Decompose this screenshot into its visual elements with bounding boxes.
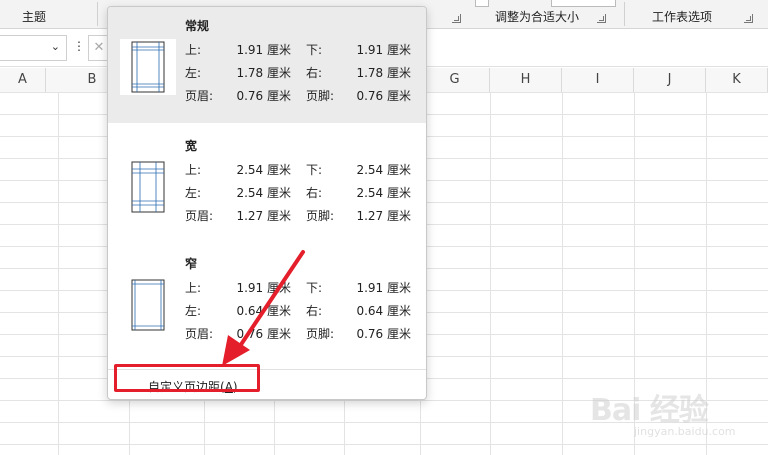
watermark-url: jingyan.baidu.com (634, 425, 736, 438)
grid-line (562, 92, 563, 455)
footer-label: 页脚: (306, 209, 335, 223)
left-value: 1.78 厘米 (236, 66, 291, 80)
footer-label: 页脚: (306, 327, 335, 341)
watermark: Bai 经验 jingyan.baidu.com (590, 385, 750, 445)
right-value: 2.54 厘米 (356, 186, 411, 200)
name-box[interactable]: ⌄ (0, 35, 67, 61)
option-title: 常规 (185, 19, 210, 33)
fit-group-label: 调整为合适大小 (495, 10, 580, 24)
watermark-logo: Bai 经验 (590, 393, 709, 428)
bottom-label: 下: (306, 281, 323, 295)
top-label: 上: (185, 281, 202, 295)
margin-option-wide[interactable]: 宽 上: 2.54 厘米 下: 2.54 厘米 左: 2.54 厘米 右: 2.… (108, 127, 426, 243)
top-value: 1.91 厘米 (236, 43, 291, 57)
margin-option-narrow[interactable]: 窄 上: 1.91 厘米 下: 1.91 厘米 左: 0.64 厘米 右: 0.… (108, 247, 426, 363)
page-preview-icon (120, 39, 176, 95)
ribbon-control[interactable] (475, 0, 489, 7)
column-header[interactable]: K (706, 68, 768, 92)
ribbon-separator (624, 2, 625, 26)
left-value: 2.54 厘米 (236, 186, 291, 200)
dialog-launcher-icon[interactable] (452, 14, 461, 23)
top-label: 上: (185, 163, 202, 177)
top-value: 2.54 厘米 (236, 163, 291, 177)
dialog-launcher-icon[interactable] (597, 14, 606, 23)
bottom-label: 下: (306, 163, 323, 177)
grid-line (58, 92, 59, 455)
column-header[interactable]: A (0, 68, 46, 92)
column-header[interactable]: J (634, 68, 706, 92)
header-label: 页眉: (185, 209, 214, 223)
margin-option-normal[interactable]: 常规 上: 1.91 厘米 下: 1.91 厘米 左: 1.78 厘米 右: 1… (108, 7, 426, 123)
right-value: 1.78 厘米 (356, 66, 411, 80)
footer-value: 0.76 厘米 (356, 89, 411, 103)
footer-label: 页脚: (306, 89, 335, 103)
more-options-icon[interactable]: ⋮ (73, 39, 85, 53)
left-label: 左: (185, 66, 202, 80)
chevron-down-icon[interactable]: ⌄ (51, 40, 60, 53)
left-label: 左: (185, 304, 202, 318)
footer-value: 1.27 厘米 (356, 209, 411, 223)
right-value: 0.64 厘米 (356, 304, 411, 318)
header-value: 0.76 厘米 (236, 89, 291, 103)
column-header[interactable]: G (420, 68, 490, 92)
column-header[interactable]: H (490, 68, 562, 92)
header-value: 0.76 厘米 (236, 327, 291, 341)
right-label: 右: (306, 304, 323, 318)
ribbon-separator (97, 2, 98, 26)
dialog-launcher-icon[interactable] (744, 14, 753, 23)
page-preview-icon (120, 159, 176, 215)
page-preview-icon (120, 277, 176, 333)
header-label: 页眉: (185, 327, 214, 341)
bottom-value: 1.91 厘米 (356, 43, 411, 57)
right-label: 右: (306, 66, 323, 80)
grid-line (490, 92, 491, 455)
header-value: 1.27 厘米 (236, 209, 291, 223)
bottom-value: 1.91 厘米 (356, 281, 411, 295)
theme-group-label: 主题 (22, 10, 47, 24)
bottom-value: 2.54 厘米 (356, 163, 411, 177)
highlight-box (114, 364, 260, 392)
column-header[interactable]: I (562, 68, 634, 92)
right-label: 右: (306, 186, 323, 200)
left-value: 0.64 厘米 (236, 304, 291, 318)
header-label: 页眉: (185, 89, 214, 103)
top-label: 上: (185, 43, 202, 57)
option-title: 窄 (185, 257, 198, 271)
ribbon-control[interactable] (551, 0, 616, 7)
option-title: 宽 (185, 139, 198, 153)
sheet-options-group-label: 工作表选项 (652, 10, 713, 24)
top-value: 1.91 厘米 (236, 281, 291, 295)
left-label: 左: (185, 186, 202, 200)
bottom-label: 下: (306, 43, 323, 57)
footer-value: 0.76 厘米 (356, 327, 411, 341)
margins-dropdown: 常规 上: 1.91 厘米 下: 1.91 厘米 左: 1.78 厘米 右: 1… (107, 6, 427, 400)
